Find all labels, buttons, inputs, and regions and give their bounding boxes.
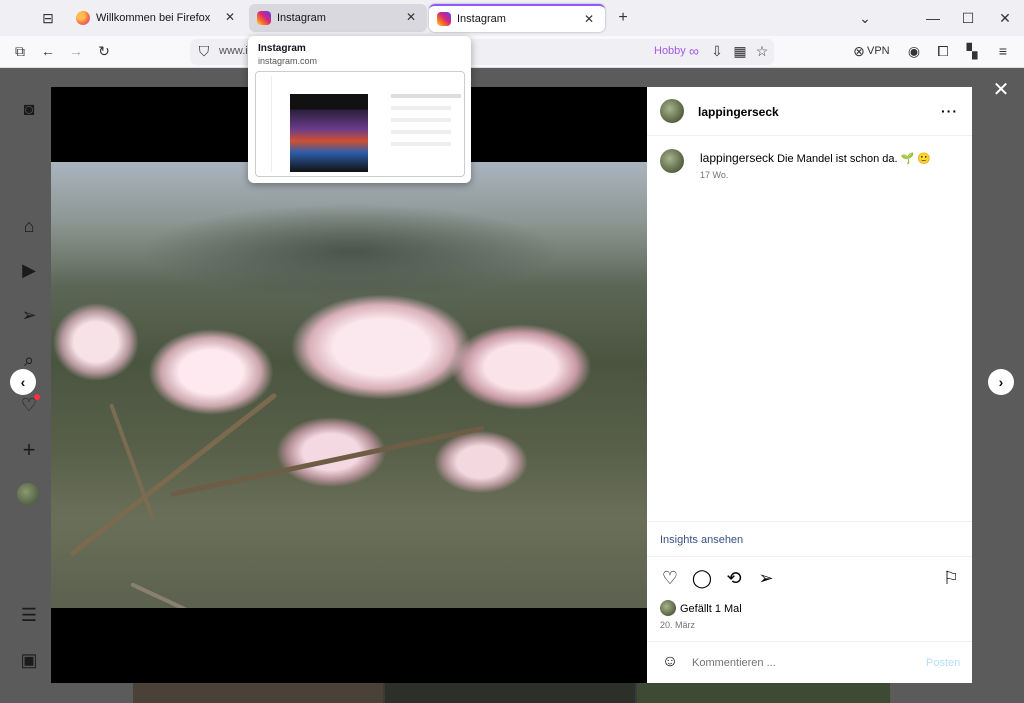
back-icon[interactable]: ← (38, 41, 58, 61)
firefox-icon (76, 11, 90, 25)
forward-icon[interactable]: → (66, 41, 86, 61)
close-tab-icon[interactable]: ✕ (222, 10, 238, 24)
tab-title: Instagram (277, 12, 326, 24)
likes-count[interactable]: Gefällt 1 Mal (680, 603, 742, 615)
profile-avatar[interactable] (17, 483, 39, 505)
almond-blossom-photo (51, 162, 647, 608)
caption-avatar[interactable] (660, 149, 684, 173)
list-all-tabs-icon[interactable]: ⌄ (855, 8, 875, 28)
previous-post-icon[interactable]: ‹ (10, 369, 36, 395)
reels-icon[interactable]: ▶ (17, 258, 41, 282)
comment-input[interactable]: Kommentieren ... (692, 657, 776, 669)
caption-text: Die Mandel ist schon da. 🌱 🙂 (777, 153, 932, 165)
divider (647, 521, 972, 522)
close-window-icon[interactable]: ✕ (995, 8, 1015, 28)
notification-dot (34, 394, 40, 400)
hobby-label[interactable]: Hobby (654, 45, 686, 57)
comment-icon[interactable]: ◯ (691, 567, 713, 589)
bookmark-star-icon[interactable]: ☆ (752, 41, 772, 61)
tab-instagram-2[interactable]: Instagram ✕ (429, 4, 605, 32)
vpn-status-icon: ⊗ (853, 43, 865, 59)
author-avatar[interactable] (660, 99, 684, 123)
more-options-icon[interactable]: ··· (941, 103, 958, 119)
reload-icon[interactable]: ↻ (94, 41, 114, 61)
instagram-icon (437, 12, 451, 26)
tab-title: Willkommen bei Firefox (96, 12, 211, 24)
messages-icon[interactable]: ➢ (17, 303, 41, 327)
like-heart-icon[interactable]: ♡ (659, 567, 681, 589)
apps-icon[interactable]: ▚ (962, 41, 982, 61)
tab-preview-url: instagram.com (258, 56, 318, 66)
account-icon[interactable]: ◉ (904, 41, 924, 61)
also-from-meta-icon[interactable]: ▣ (17, 648, 41, 672)
menu-icon[interactable]: ≡ (993, 41, 1013, 61)
close-modal-icon[interactable]: ✕ (990, 79, 1012, 101)
instagram-icon (257, 11, 271, 25)
caption-age[interactable]: 17 Wo. (700, 170, 728, 180)
divider (647, 641, 972, 642)
shield-icon[interactable]: ⛉ (194, 41, 214, 61)
post-details-panel (647, 87, 972, 683)
caption-username[interactable]: lappingerseck (700, 151, 774, 165)
more-menu-icon[interactable]: ☰ (17, 603, 41, 627)
caption: lappingerseck Die Mandel ist schon da. 🌱… (700, 151, 931, 165)
url-text[interactable]: www.i (219, 45, 248, 57)
insights-link[interactable]: Insights ansehen (660, 534, 743, 546)
divider (647, 556, 972, 557)
tab-groups-icon[interactable]: ⊟ (38, 8, 58, 28)
next-post-icon[interactable]: › (988, 369, 1014, 395)
tab-preview-title: Instagram (258, 43, 306, 54)
home-icon[interactable]: ⌂ (17, 214, 41, 238)
instagram-logo-icon[interactable]: ◙ (17, 97, 41, 121)
post-comment-button[interactable]: Posten (926, 657, 960, 669)
feed-thumbnails (133, 683, 890, 703)
create-icon[interactable]: + (17, 438, 41, 462)
grid-icon[interactable]: ▦ (730, 41, 750, 61)
new-window-icon[interactable]: ⧉ (10, 41, 30, 61)
new-tab-icon[interactable]: + (613, 8, 633, 28)
minimize-icon[interactable]: — (923, 8, 943, 28)
save-bookmark-icon[interactable]: ⚐ (940, 567, 962, 589)
vpn-label[interactable]: VPN (867, 45, 890, 57)
tab-welcome[interactable]: Willkommen bei Firefox ✕ (68, 4, 246, 32)
post-date[interactable]: 20. März (660, 620, 695, 630)
divider (647, 135, 972, 136)
download-page-icon[interactable]: ⇩ (707, 41, 727, 61)
tab-title: Instagram (457, 13, 506, 25)
tab-instagram-1[interactable]: Instagram ✕ (249, 4, 427, 32)
extensions-icon[interactable]: ⧠ (933, 41, 953, 61)
repost-icon[interactable]: ⟲ (723, 567, 745, 589)
author-username[interactable]: lappingerseck (698, 105, 779, 119)
glasses-icon[interactable]: ∞ (684, 41, 704, 61)
share-icon[interactable]: ➢ (755, 567, 777, 589)
close-tab-icon[interactable]: ✕ (403, 10, 419, 24)
emoji-icon[interactable]: ☺ (660, 652, 680, 672)
tab-preview-thumbnail (255, 71, 465, 177)
maximize-icon[interactable]: ☐ (958, 8, 978, 28)
close-tab-icon[interactable]: ✕ (581, 12, 597, 26)
liker-avatar[interactable] (660, 600, 676, 616)
